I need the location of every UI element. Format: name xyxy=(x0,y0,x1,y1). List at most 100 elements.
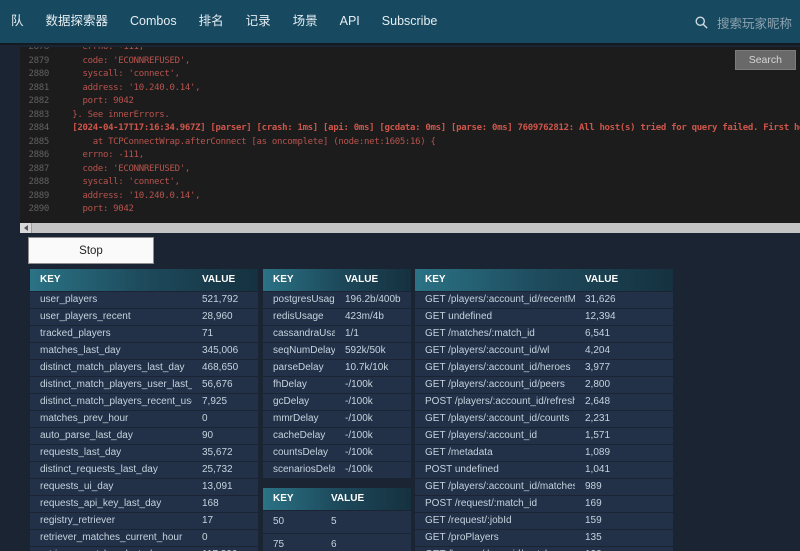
nav-item[interactable]: Combos xyxy=(119,0,188,44)
log-line-number: 2883 xyxy=(20,109,62,123)
health-table: KEY VALUE postgresUsage 196.2b/400b redi… xyxy=(263,268,411,479)
player-search[interactable]: 搜索玩家昵称 xyxy=(694,0,800,45)
log-line: 2880 syscall: 'connect', xyxy=(20,68,800,82)
nav-item[interactable]: 记录 xyxy=(235,0,282,44)
table-row: parseDelay 10.7k/10k xyxy=(263,360,411,376)
table-header-row: KEY VALUE xyxy=(415,269,673,291)
row-value: 592k/50k xyxy=(335,343,411,359)
table-row: requests_api_key_last_day 168 xyxy=(30,496,258,512)
nav-item[interactable]: 场景 xyxy=(282,0,329,44)
log-line-number: 2884 xyxy=(20,122,62,136)
row-value: 17 xyxy=(192,513,258,529)
table-row: distinct_match_players_last_day 468,650 xyxy=(30,360,258,376)
log-line: 2882 port: 9042 xyxy=(20,95,800,109)
row-value: -/100k xyxy=(335,462,411,478)
table-row: seqNumDelay 592k/50k xyxy=(263,343,411,359)
row-key: scenariosDelay xyxy=(263,462,335,478)
table-row: tracked_players 71 xyxy=(30,326,258,342)
row-value: -/100k xyxy=(335,445,411,461)
row-key: user_players xyxy=(30,292,192,308)
table-row: retriever_matches_current_hour 0 xyxy=(30,530,258,546)
table-row: cacheDelay -/100k xyxy=(263,428,411,444)
table-row: GET /players/:account_id/counts 2,231 xyxy=(415,411,673,427)
nav-item[interactable]: 排名 xyxy=(188,0,235,44)
row-key: registry_retriever xyxy=(30,513,192,529)
row-key: distinct_requests_last_day xyxy=(30,462,192,478)
row-key: requests_ui_day xyxy=(30,479,192,495)
row-key: postgresUsage xyxy=(263,292,335,308)
table-row: gcDelay -/100k xyxy=(263,394,411,410)
log-line-text: port: 9042 xyxy=(62,95,134,109)
table-row: matches_last_day 345,006 xyxy=(30,343,258,359)
row-key: GET /players/:account_id xyxy=(415,428,575,444)
value-header: VALUE xyxy=(575,269,673,291)
table-row: GET /players/:account_id/peers 2,800 xyxy=(415,377,673,393)
row-key: gcDelay xyxy=(263,394,335,410)
row-value: 13,091 xyxy=(192,479,258,495)
horizontal-scrollbar[interactable] xyxy=(20,223,800,233)
table-row: user_players 521,792 xyxy=(30,292,258,308)
log-line-text: syscall: 'connect', xyxy=(62,68,180,82)
nav-item[interactable]: Subscribe xyxy=(371,0,449,44)
search-icon xyxy=(694,15,709,30)
log-panel[interactable]: 2878 errno: -111, 2879 code: 'ECONNREFUS… xyxy=(20,47,800,223)
row-value: 117,300 xyxy=(192,547,258,551)
log-line-number: 2887 xyxy=(20,163,62,177)
log-line-text: address: '10.240.0.14', xyxy=(62,190,200,204)
row-value: 1,041 xyxy=(575,462,673,478)
row-value: -/100k xyxy=(335,394,411,410)
row-key: GET /players/:account_id/matches xyxy=(415,479,575,495)
log-line-text: errno: -111, xyxy=(62,47,144,55)
search-button[interactable]: Search xyxy=(735,50,796,70)
table-row: fhDelay -/100k xyxy=(263,377,411,393)
row-value: 1,571 xyxy=(575,428,673,444)
row-key: requests_api_key_last_day xyxy=(30,496,192,512)
log-line-number: 2879 xyxy=(20,55,62,69)
log-line: 2886 errno: -111, xyxy=(20,149,800,163)
nav-item[interactable]: 数据探索器 xyxy=(35,0,120,44)
row-value: -/100k xyxy=(335,428,411,444)
stop-button[interactable]: Stop xyxy=(28,237,154,264)
log-line-text: at TCPConnectWrap.afterConnect [as oncom… xyxy=(62,136,436,150)
log-line-text: port: 9042 xyxy=(62,203,134,217)
row-key: user_players_recent xyxy=(30,309,192,325)
row-value: 468,650 xyxy=(192,360,258,376)
log-line-number: 2889 xyxy=(20,190,62,204)
table-row: GET /metadata 1,089 xyxy=(415,445,673,461)
table-row: GET /players/:account_id/matches 989 xyxy=(415,479,673,495)
scroll-left-arrow-icon[interactable] xyxy=(20,223,32,233)
row-value: 6 xyxy=(321,534,411,551)
nav-item[interactable]: 队 xyxy=(0,0,35,44)
row-value: 1,089 xyxy=(575,445,673,461)
row-value: 12,394 xyxy=(575,309,673,325)
table-row: mmrDelay -/100k xyxy=(263,411,411,427)
table-row: GET /proPlayers 135 xyxy=(415,530,673,546)
table-row: user_players_recent 28,960 xyxy=(30,309,258,325)
row-key: matches_last_day xyxy=(30,343,192,359)
table-row: distinct_match_players_recent_user_last_… xyxy=(30,394,258,410)
log-line-number: 2882 xyxy=(20,95,62,109)
row-key: tracked_players xyxy=(30,326,192,342)
load-table: KEY VALUE 50 5 75 6 xyxy=(263,487,411,551)
key-header: KEY xyxy=(30,269,192,291)
row-key: countsDelay xyxy=(263,445,335,461)
log-line-number: 2885 xyxy=(20,136,62,150)
table-row: GET /request/:jobId 159 xyxy=(415,513,673,529)
row-value: 196.2b/400b xyxy=(335,292,411,308)
log-line-number: 2881 xyxy=(20,82,62,96)
table-header-row: KEY VALUE xyxy=(263,488,411,510)
log-line-number: 2880 xyxy=(20,68,62,82)
row-key: mmrDelay xyxy=(263,411,335,427)
row-key: GET /players/:account_id/peers xyxy=(415,377,575,393)
row-value: 6,541 xyxy=(575,326,673,342)
row-key: auto_parse_last_day xyxy=(30,428,192,444)
table-row: GET /players/:account_id/heroes 3,977 xyxy=(415,360,673,376)
row-value: 2,231 xyxy=(575,411,673,427)
row-key: cacheDelay xyxy=(263,428,335,444)
table-row: postgresUsage 196.2b/400b xyxy=(263,292,411,308)
row-value: 168 xyxy=(192,496,258,512)
log-line: 2890 port: 9042 xyxy=(20,203,800,217)
nav-item[interactable]: API xyxy=(329,0,371,44)
table-row: requests_ui_day 13,091 xyxy=(30,479,258,495)
row-key: GET /players/:account_id/wl xyxy=(415,343,575,359)
